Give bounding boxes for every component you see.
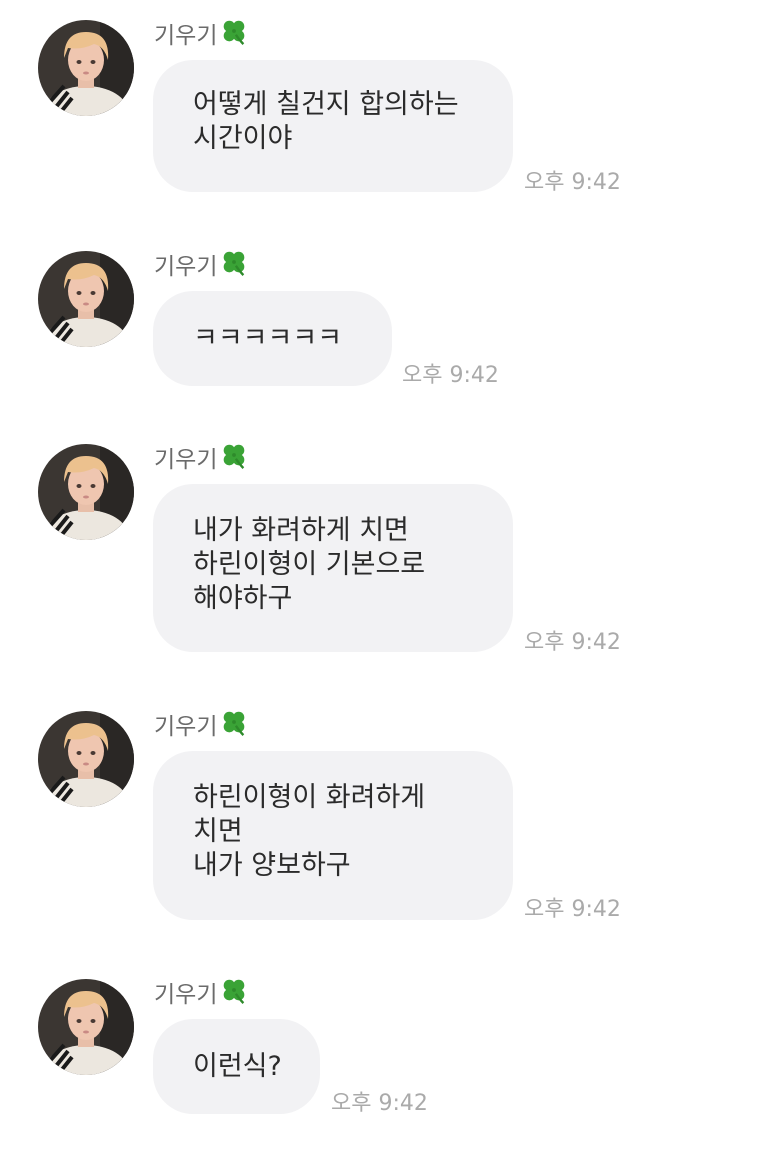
message-time: 오후 9:42 bbox=[524, 630, 621, 655]
message-bubble[interactable]: 하린이형이 화려하게 치면 내가 양보하구 bbox=[153, 751, 513, 920]
sender-name-text: 기우기 bbox=[154, 982, 218, 1008]
four-leaf-clover-icon bbox=[224, 251, 245, 276]
sender-name: 기우기 bbox=[154, 440, 249, 474]
message-text: 해야하구 bbox=[193, 583, 293, 614]
avatar[interactable] bbox=[38, 711, 134, 807]
message-text: 치면 bbox=[193, 816, 243, 847]
message-text: 하린이형이 기본으로 bbox=[193, 549, 426, 580]
message-text: ㅋㅋㅋㅋㅋㅋ bbox=[193, 323, 343, 354]
sender-name: 기우기 bbox=[154, 16, 249, 50]
avatar-photo bbox=[38, 20, 134, 116]
sender-name: 기우기 bbox=[154, 707, 249, 741]
message-text: 어떻게 칠건지 합의하는 bbox=[193, 89, 459, 120]
message-bubble[interactable]: ㅋㅋㅋㅋㅋㅋ bbox=[153, 291, 392, 386]
avatar[interactable] bbox=[38, 20, 134, 116]
message-time: 오후 9:42 bbox=[402, 363, 499, 388]
avatar-photo bbox=[38, 711, 134, 807]
message-text: 시간이야 bbox=[193, 123, 293, 154]
avatar-photo bbox=[38, 979, 134, 1075]
message-text: 이런식? bbox=[193, 1051, 282, 1082]
message-time: 오후 9:42 bbox=[524, 170, 621, 195]
message-text: 하린이형이 화려하게 bbox=[193, 782, 426, 813]
message-bubble[interactable]: 내가 화려하게 치면 하린이형이 기본으로 해야하구 bbox=[153, 484, 513, 652]
sender-name-text: 기우기 bbox=[154, 23, 218, 49]
message-time: 오후 9:42 bbox=[331, 1091, 428, 1116]
avatar[interactable] bbox=[38, 251, 134, 347]
message-text: 내가 양보하구 bbox=[193, 850, 351, 881]
sender-name-text: 기우기 bbox=[154, 714, 218, 740]
four-leaf-clover-icon bbox=[224, 979, 245, 1004]
four-leaf-clover-icon bbox=[224, 20, 245, 45]
four-leaf-clover-icon bbox=[224, 711, 245, 736]
sender-name: 기우기 bbox=[154, 247, 249, 281]
avatar-photo bbox=[38, 444, 134, 540]
sender-name: 기우기 bbox=[154, 975, 249, 1009]
four-leaf-clover-icon bbox=[224, 444, 245, 469]
message-bubble[interactable]: 어떻게 칠건지 합의하는 시간이야 bbox=[153, 60, 513, 192]
message-time: 오후 9:42 bbox=[524, 897, 621, 922]
sender-name-text: 기우기 bbox=[154, 254, 218, 280]
avatar[interactable] bbox=[38, 444, 134, 540]
message-text: 내가 화려하게 치면 bbox=[193, 515, 409, 546]
message-bubble[interactable]: 이런식? bbox=[153, 1019, 320, 1114]
sender-name-text: 기우기 bbox=[154, 447, 218, 473]
avatar[interactable] bbox=[38, 979, 134, 1075]
avatar-photo bbox=[38, 251, 134, 347]
